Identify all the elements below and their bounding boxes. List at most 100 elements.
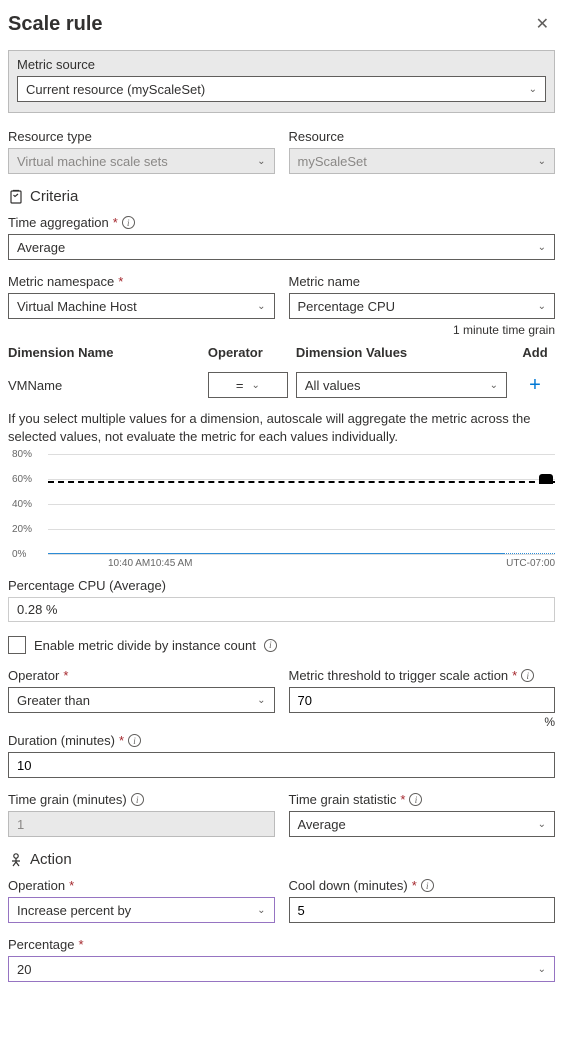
- chevron-down-icon: ⌄: [538, 964, 546, 975]
- percentage-value: 20: [17, 962, 31, 977]
- required-star: *: [79, 937, 84, 952]
- time-grain-hint: 1 minute time grain: [8, 323, 555, 337]
- cooldown-input[interactable]: [289, 897, 556, 923]
- operation-label: Operation *: [8, 878, 275, 893]
- chevron-down-icon: ⌄: [251, 380, 259, 391]
- x-tick: 10:45 AM: [150, 558, 192, 569]
- info-icon[interactable]: i: [128, 734, 141, 747]
- metric-chart: 80% 60% 40% 20% 0% 10:40 AM 10:45 AM UTC…: [8, 454, 555, 574]
- dimension-operator-header: Operator: [208, 345, 288, 360]
- threshold-input[interactable]: [289, 687, 556, 713]
- required-star: *: [119, 733, 124, 748]
- threshold-line: [48, 481, 555, 483]
- operation-select[interactable]: Increase percent by ⌄: [8, 897, 275, 923]
- info-icon[interactable]: i: [521, 669, 534, 682]
- cooldown-field[interactable]: [298, 898, 547, 922]
- required-star: *: [512, 668, 517, 683]
- divide-by-instance-checkbox[interactable]: [8, 636, 26, 654]
- add-dimension-button[interactable]: +: [515, 375, 555, 395]
- dimension-operator-value: =: [236, 378, 244, 393]
- chevron-down-icon: ⌄: [538, 156, 546, 167]
- criteria-section-header: Criteria: [8, 188, 555, 205]
- chevron-down-icon: ⌄: [257, 905, 265, 916]
- y-tick: 80%: [12, 449, 32, 460]
- criteria-title: Criteria: [30, 188, 78, 205]
- dimension-operator-select[interactable]: = ⌄: [208, 372, 288, 398]
- percentage-label: Percentage *: [8, 937, 555, 952]
- threshold-marker: [539, 474, 553, 484]
- chevron-down-icon: ⌄: [257, 156, 265, 167]
- info-icon[interactable]: i: [264, 639, 277, 652]
- percentage-select[interactable]: 20 ⌄: [8, 956, 555, 982]
- y-tick: 60%: [12, 474, 32, 485]
- metric-name-select[interactable]: Percentage CPU ⌄: [289, 293, 556, 319]
- panel-title: Scale rule: [8, 13, 103, 36]
- chevron-down-icon: ⌄: [538, 819, 546, 830]
- metric-name-label: Metric name: [289, 274, 556, 289]
- time-aggregation-select[interactable]: Average ⌄: [8, 234, 555, 260]
- required-star: *: [63, 668, 68, 683]
- time-aggregation-label: Time aggregation * i: [8, 215, 555, 230]
- operation-value: Increase percent by: [17, 903, 131, 918]
- resource-label: Resource: [289, 129, 556, 144]
- dimension-values-value: All values: [305, 378, 361, 393]
- metric-source-select[interactable]: Current resource (myScaleSet) ⌄: [17, 76, 546, 102]
- action-icon: [8, 852, 24, 868]
- info-icon[interactable]: i: [131, 793, 144, 806]
- dimension-name-header: Dimension Name: [8, 345, 200, 360]
- chevron-down-icon: ⌄: [529, 84, 537, 95]
- threshold-unit: %: [289, 715, 556, 729]
- panel-header: Scale rule ✕: [8, 8, 555, 50]
- x-tick: 10:40 AM: [108, 558, 150, 569]
- dimension-values-select[interactable]: All values ⌄: [296, 372, 507, 398]
- divide-by-instance-label: Enable metric divide by instance count: [34, 638, 256, 653]
- close-icon[interactable]: ✕: [530, 12, 555, 36]
- duration-field[interactable]: [17, 753, 546, 777]
- duration-label: Duration (minutes) * i: [8, 733, 555, 748]
- threshold-field[interactable]: [298, 688, 547, 712]
- chevron-down-icon: ⌄: [257, 695, 265, 706]
- operator-select[interactable]: Greater than ⌄: [8, 687, 275, 713]
- chart-series-line: [48, 553, 504, 554]
- time-grain-label: Time grain (minutes) i: [8, 792, 275, 807]
- chevron-down-icon: ⌄: [490, 380, 498, 391]
- chevron-down-icon: ⌄: [538, 242, 546, 253]
- cooldown-label: Cool down (minutes) * i: [289, 878, 556, 893]
- resource-type-select: Virtual machine scale sets ⌄: [8, 148, 275, 174]
- metric-source-label: Metric source: [17, 57, 546, 72]
- required-star: *: [69, 878, 74, 893]
- metric-source-value: Current resource (myScaleSet): [26, 82, 205, 97]
- info-icon[interactable]: i: [421, 879, 434, 892]
- threshold-label: Metric threshold to trigger scale action…: [289, 668, 556, 683]
- resource-type-value: Virtual machine scale sets: [17, 154, 168, 169]
- time-grain-value: 1: [17, 817, 24, 832]
- metric-namespace-select[interactable]: Virtual Machine Host ⌄: [8, 293, 275, 319]
- metric-namespace-label: Metric namespace *: [8, 274, 275, 289]
- time-aggregation-value: Average: [17, 240, 65, 255]
- criteria-icon: [8, 189, 24, 205]
- dimension-name-value: VMName: [8, 378, 200, 393]
- info-icon[interactable]: i: [122, 216, 135, 229]
- metric-source-section: Metric source Current resource (myScaleS…: [8, 50, 555, 113]
- time-grain-statistic-select[interactable]: Average ⌄: [289, 811, 556, 837]
- required-star: *: [412, 878, 417, 893]
- duration-input[interactable]: [8, 752, 555, 778]
- dimension-values-header: Dimension Values: [296, 345, 507, 360]
- dimension-help-text: If you select multiple values for a dime…: [8, 410, 555, 446]
- info-icon[interactable]: i: [409, 793, 422, 806]
- metric-name-value: Percentage CPU: [298, 299, 396, 314]
- resource-select: myScaleSet ⌄: [289, 148, 556, 174]
- chart-readout-label: Percentage CPU (Average): [8, 578, 555, 593]
- chart-series-projection: [504, 553, 555, 554]
- chart-readout-value: 0.28 %: [8, 597, 555, 622]
- chevron-down-icon: ⌄: [538, 301, 546, 312]
- dimension-header-row: Dimension Name Operator Dimension Values…: [8, 339, 555, 366]
- time-grain-statistic-value: Average: [298, 817, 346, 832]
- resource-value: myScaleSet: [298, 154, 367, 169]
- chevron-down-icon: ⌄: [257, 301, 265, 312]
- dimension-add-header: Add: [515, 345, 555, 360]
- action-section-header: Action: [8, 851, 555, 868]
- action-title: Action: [30, 851, 72, 868]
- operator-value: Greater than: [17, 693, 90, 708]
- y-tick: 20%: [12, 524, 32, 535]
